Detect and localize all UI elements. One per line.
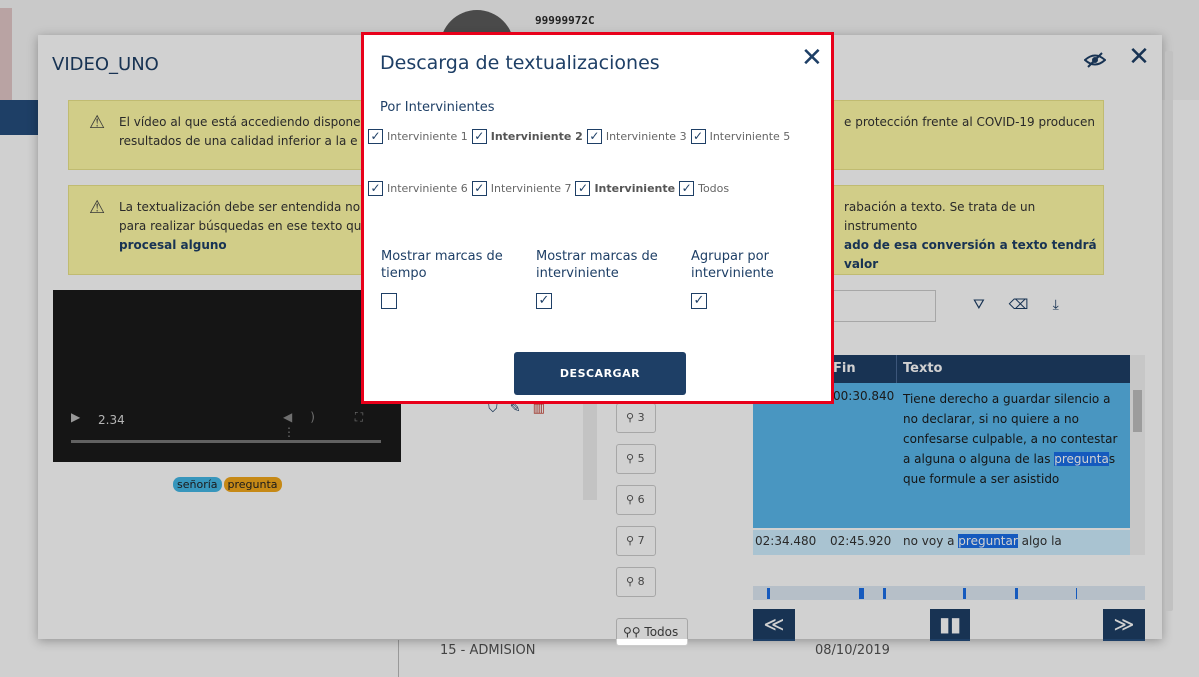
option-time-label: Mostrar marcas de tiempo: [381, 249, 503, 281]
pause-button[interactable]: ▮▮: [930, 609, 970, 641]
next-button[interactable]: ≫: [1103, 609, 1145, 641]
search-input[interactable]: [828, 290, 936, 322]
checkbox-interviniente-3[interactable]: ✓ Interviniente 3: [586, 129, 687, 144]
checkbox-icon: ✓: [679, 181, 695, 196]
prev-button[interactable]: ≪: [753, 609, 795, 641]
speaker-button[interactable]: ⚲ 5: [616, 444, 656, 474]
speaker-checkbox-row: ✓ Interviniente 1 ✓ Interviniente 2 ✓ Inter…: [368, 129, 794, 144]
footer-date: 08/10/2019: [815, 643, 890, 658]
option-speaker-checkbox[interactable]: ✓: [536, 293, 552, 309]
dialog-title: Descarga de textualizaciones: [380, 52, 660, 74]
timeline-bar[interactable]: [753, 586, 1145, 600]
row-text: Tiene derecho a guardar silencio a no de…: [903, 392, 1118, 486]
footer-procedure: 15 - ADMISION: [440, 643, 536, 658]
warning-text: La textualización debe ser entendida no …: [119, 200, 362, 252]
case-code: 99999972C: [535, 14, 595, 27]
speaker-all-button[interactable]: ⚲⚲ Todos: [616, 618, 688, 646]
checkbox-icon: ✓: [690, 129, 706, 144]
warning-bold: procesal alguno: [119, 238, 227, 252]
video-player[interactable]: ▶ 2.34 ◀) ⛶ ⋮: [53, 290, 401, 462]
checkbox-icon: ✓: [471, 181, 487, 196]
download-dialog: Descarga de textualizaciones ✕ Por Inter…: [361, 32, 834, 404]
hide-eye-icon[interactable]: [1083, 51, 1107, 69]
tag-pregunta[interactable]: pregunta: [223, 477, 282, 492]
table-row[interactable]: 00:30.840 Tiene derecho a guardar silenc…: [753, 383, 1130, 528]
tag-senoria[interactable]: señoría: [173, 477, 222, 492]
warning-text: El vídeo al que está accediendo dispone …: [119, 115, 361, 148]
row-end-time: 00:30.840: [833, 389, 895, 403]
checkbox-icon: ✓: [575, 181, 591, 196]
option-group-checkbox[interactable]: ✓: [691, 293, 707, 309]
video-controls[interactable]: ◀) ⛶ ⋮: [283, 410, 401, 439]
video-progress[interactable]: [71, 440, 381, 443]
checkbox-icon: ✓: [368, 181, 383, 196]
warning-text-right: rabación a texto. Se trata de un instrum…: [844, 200, 1097, 271]
download-button[interactable]: DESCARGAR: [514, 352, 686, 395]
speaker-button[interactable]: ⚲ 6: [616, 485, 656, 515]
speaker-list: ⚲ 3 ⚲ 5 ⚲ 6 ⚲ 7 ⚲ 8: [616, 403, 656, 608]
checkbox-interviniente-7[interactable]: ✓ Interviniente 7: [471, 181, 571, 196]
option-speaker-marks: Mostrar marcas de interviniente ✓: [536, 248, 671, 309]
checkbox-icon: ✓: [368, 129, 383, 144]
option-group: Agrupar por interviniente ✓: [691, 248, 801, 309]
checkbox-interviniente-5[interactable]: ✓ Interviniente 5: [690, 129, 790, 144]
table-scrollbar[interactable]: [1130, 355, 1145, 555]
warning-text-right: e protección frente al COVID-19 producen: [844, 115, 1095, 129]
col-texto: Texto: [903, 361, 943, 376]
option-time-marks: Mostrar marcas de tiempo: [381, 248, 516, 309]
checkbox-interviniente-1[interactable]: ✓ Interviniente 1: [368, 129, 468, 144]
checkbox-interviniente-2[interactable]: ✓ Interviniente 2: [471, 129, 583, 144]
divider: [398, 640, 399, 677]
checkbox-icon: ✓: [471, 129, 487, 144]
filter-icon[interactable]: ⛛: [973, 297, 1009, 313]
col-fin: Fin: [833, 361, 856, 376]
eraser-icon[interactable]: ⌫: [1009, 297, 1053, 313]
speaker-checkbox-row: ✓ Interviniente 6 ✓ Interviniente 7 ✓ Inter…: [368, 181, 733, 196]
download-icon[interactable]: ⤓: [1053, 297, 1083, 313]
speaker-button[interactable]: ⚲ 8: [616, 567, 656, 597]
speaker-button[interactable]: ⚲ 7: [616, 526, 656, 556]
option-group-label: Agrupar por interviniente: [691, 249, 774, 281]
table-tools: ⛛⌫⤓: [973, 297, 1083, 313]
row-end-time: 02:45.920: [830, 534, 892, 548]
checkbox-icon: ✓: [586, 129, 602, 144]
option-speaker-label: Mostrar marcas de interviniente: [536, 249, 658, 281]
checkbox-interviniente-8[interactable]: ✓ Interviniente: [575, 181, 675, 196]
dialog-subtitle: Por Intervinientes: [380, 100, 495, 115]
row-start-time: 02:34.480: [755, 534, 817, 548]
speaker-button[interactable]: ⚲ 3: [616, 403, 656, 433]
row-text: no voy a preguntar algo la: [903, 534, 1062, 548]
checkbox-interviniente-6[interactable]: ✓ Interviniente 6: [368, 181, 468, 196]
tag-list: señoría pregunta: [173, 477, 282, 492]
dialog-close-button[interactable]: ✕: [801, 45, 823, 71]
video-time: 2.34: [98, 413, 125, 427]
play-icon[interactable]: ▶: [71, 410, 80, 424]
table-row[interactable]: 02:34.480 02:45.920 no voy a preguntar a…: [753, 530, 1130, 555]
modal-close-button[interactable]: ✕: [1124, 43, 1154, 73]
checkbox-todos[interactable]: ✓ Todos: [679, 181, 729, 196]
warning-icon: ⚠: [89, 112, 106, 133]
modal-title: VIDEO_UNO: [52, 54, 159, 75]
option-time-checkbox[interactable]: [381, 293, 397, 309]
warning-icon: ⚠: [89, 197, 106, 218]
background-nav-bar: [0, 100, 40, 135]
modal-scrollbar[interactable]: [1162, 45, 1176, 639]
